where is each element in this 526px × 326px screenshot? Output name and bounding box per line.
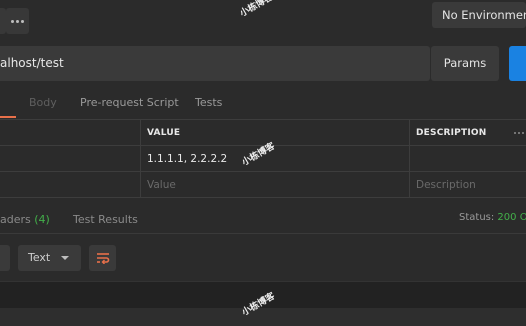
description-header: DESCRIPTION (409, 120, 526, 145)
request-tabs: Body Pre-request Script Tests (0, 90, 526, 118)
tab-pre-request-script[interactable]: Pre-request Script (80, 96, 179, 109)
tab-headers[interactable]: aders (4) (0, 213, 50, 226)
chevron-down-icon (61, 256, 69, 260)
status-label: Status: (459, 212, 495, 223)
tab-test-results[interactable]: Test Results (73, 213, 138, 226)
dot-icon (16, 19, 19, 23)
environment-select[interactable]: No Environment (432, 2, 526, 28)
response-status: Status: 200 OK (459, 212, 526, 223)
tab-headers-label: aders (0, 213, 31, 226)
value-placeholder[interactable]: Value (140, 172, 409, 197)
tab-tests[interactable]: Tests (195, 96, 222, 109)
wrap-lines-button[interactable] (89, 245, 116, 271)
format-select[interactable]: Text (18, 245, 81, 271)
active-tab-indicator (0, 116, 16, 118)
description-placeholder[interactable]: Description (409, 172, 526, 197)
more-tabs-button[interactable] (6, 8, 29, 34)
key-cell[interactable] (0, 146, 140, 171)
table-row-empty: Value Description (0, 172, 526, 198)
response-toolbar: Text (0, 244, 526, 274)
send-button[interactable] (509, 46, 526, 81)
url-row: alhost/test Params (0, 46, 526, 82)
key-header (0, 120, 140, 145)
dot-icon (11, 19, 14, 23)
tab-body[interactable]: Body (29, 96, 57, 109)
headers-table: VALUE DESCRIPTION 1.1.1.1, 2.2.2.2 Value… (0, 119, 526, 199)
view-mode-button[interactable] (0, 245, 10, 271)
bottom-strip (0, 308, 526, 326)
value-header: VALUE (140, 120, 409, 145)
wrap-icon (96, 253, 109, 264)
status-value: 200 OK (497, 212, 526, 223)
format-label: Text (28, 251, 51, 264)
bulk-edit-icon[interactable] (514, 128, 526, 138)
params-button[interactable]: Params (431, 46, 499, 81)
response-tabs: aders (4) Test Results Status: 200 OK (0, 206, 526, 234)
url-input[interactable]: alhost/test (0, 46, 430, 81)
dot-icon (21, 19, 24, 23)
headers-count: (4) (34, 213, 50, 226)
description-cell[interactable] (409, 146, 526, 171)
key-cell[interactable] (0, 172, 140, 197)
